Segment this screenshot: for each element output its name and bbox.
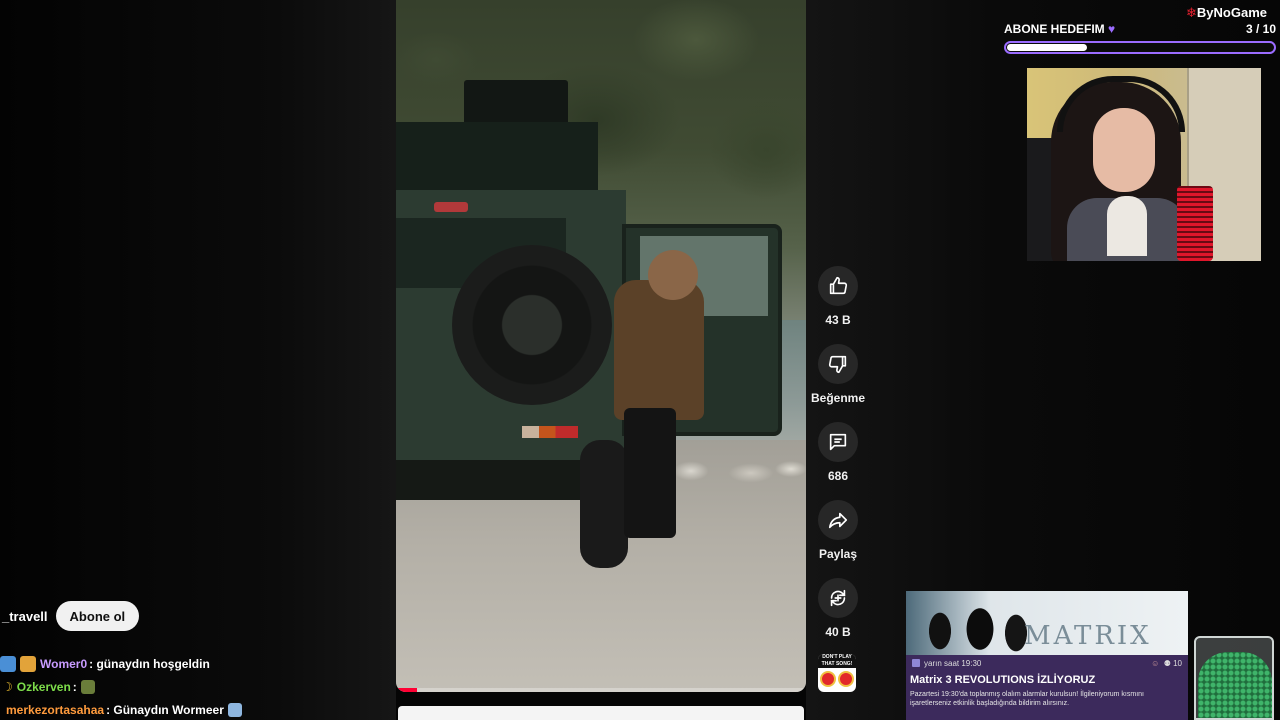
calendar-icon [912,659,920,667]
like-button[interactable] [818,266,858,306]
channel-name[interactable]: _travell [2,609,48,624]
subscriber-goal: ABONE HEDEFIM ♥ 3 / 10 [1004,22,1276,54]
sound-thumbnail-art [818,671,856,687]
roof-rack [396,122,598,192]
chat-username[interactable]: Ozkerven [17,680,71,694]
comment-count: 686 [827,469,849,483]
chat-message: ☽ Ozkerven : [0,675,390,698]
brand-text: ByNoGame [1196,5,1267,20]
event-interest: ☺ ⚉ 10 [1151,659,1182,668]
remix-count: 40 B [825,625,851,639]
moon-icon: ☽ [2,679,13,694]
chat-text: : günaydın hoşgeldin [89,656,210,671]
rear-wheel [580,440,628,568]
person-coat [614,280,704,420]
dislike-button[interactable] [818,344,858,384]
video-progress-bar[interactable] [396,688,806,692]
people-icon: ⚉ [1163,659,1171,668]
goal-progress-fill [1007,44,1087,51]
chat-message: merkezortasahaa : Günaydın Wormeer [0,698,390,720]
video-progress-fill [396,688,417,692]
stream-chat: Womer0 : günaydın hoşgeldin ☽ Ozkerven :… [0,652,390,720]
thumbs-down-icon [828,355,847,374]
event-time-row: yarın saat 19:30 [912,659,981,668]
brand-logo: ❄ByNoGame [1186,5,1267,21]
event-banner-logo: MATRIX [1024,621,1152,651]
comments-button[interactable] [818,422,858,462]
remix-action[interactable]: 40 B [810,578,866,656]
user-icon: ☺ [1151,659,1160,668]
event-banner: MATRIX [906,591,1188,655]
event-description: Pazartesi 19:30'da toplanmış olalım alar… [910,691,1144,707]
comments-action[interactable]: 686 [810,422,866,500]
webcam-rgb-light [1177,186,1213,261]
event-card[interactable]: MATRIX yarın saat 19:30 ☺ ⚉ 10 Matrix 3 … [906,591,1188,720]
webcam-neck [1107,196,1147,256]
event-time: yarın saat 19:30 [924,659,982,668]
thumbs-up-icon [829,276,848,295]
flame-icon: ❄ [1186,5,1197,20]
event-title: Matrix 3 REVOLUTIONS İZLİYORUZ [910,674,1096,686]
share-icon [828,512,848,529]
remix-button[interactable] [818,578,858,618]
jeep-brake-light [434,202,468,212]
like-count: 43 B [825,313,851,327]
chat-text: : [72,679,77,694]
jeep-tail-light [522,426,578,438]
jar-beans [1198,652,1272,718]
event-interested-count: 10 [1173,659,1182,668]
action-rail: 43 B Beğenme 686 Paylaş 40 B [810,266,866,656]
chat-emote-icon [20,655,36,672]
chat-username[interactable]: merkezortasahaa [6,703,104,717]
webcam-overlay [1027,68,1261,261]
person-head [648,250,698,300]
remix-icon [830,589,846,607]
goal-title: ABONE HEDEFIM ♥ [1004,22,1115,36]
spare-tire [452,245,612,405]
sound-thumbnail[interactable]: DON'T PLAY THAT SONG! [818,654,856,692]
goal-title-text: ABONE HEDEFIM [1004,22,1105,36]
purple-heart-icon: ♥ [1108,22,1116,36]
channel-row: _travell Abone ol [2,601,140,631]
dislike-label: Beğenme [810,391,866,405]
chat-text: : Günaydın Wormeer [106,702,224,717]
share-label: Paylaş [818,547,858,561]
like-action[interactable]: 43 B [810,266,866,344]
share-action[interactable]: Paylaş [810,500,866,578]
sound-thumbnail-text: DON'T PLAY THAT SONG! [818,654,856,668]
video-scene-rocks [671,455,806,485]
goal-progress-bar [1004,41,1276,54]
person-legs [624,408,676,538]
chat-username[interactable]: Womer0 [40,657,87,671]
event-meta: yarın saat 19:30 ☺ ⚉ 10 [906,655,1188,668]
chat-emote-icon [80,679,95,694]
subscribe-button[interactable]: Abone ol [55,601,140,631]
webcam-headset [1057,76,1185,132]
bean-jar-widget [1194,636,1274,720]
goal-count: 3 / 10 [1245,22,1276,36]
share-button[interactable] [818,500,858,540]
chat-message: Womer0 : günaydın hoşgeldin [0,652,390,675]
comment-icon [829,433,847,451]
short-video-player[interactable] [396,0,806,692]
chat-emote-icon [227,702,242,717]
video-bottom-bar [398,706,804,720]
chat-emote-icon [0,655,16,672]
dislike-action[interactable]: Beğenme [810,344,866,422]
roof-box [464,80,568,128]
event-banner-figures [920,595,1030,655]
